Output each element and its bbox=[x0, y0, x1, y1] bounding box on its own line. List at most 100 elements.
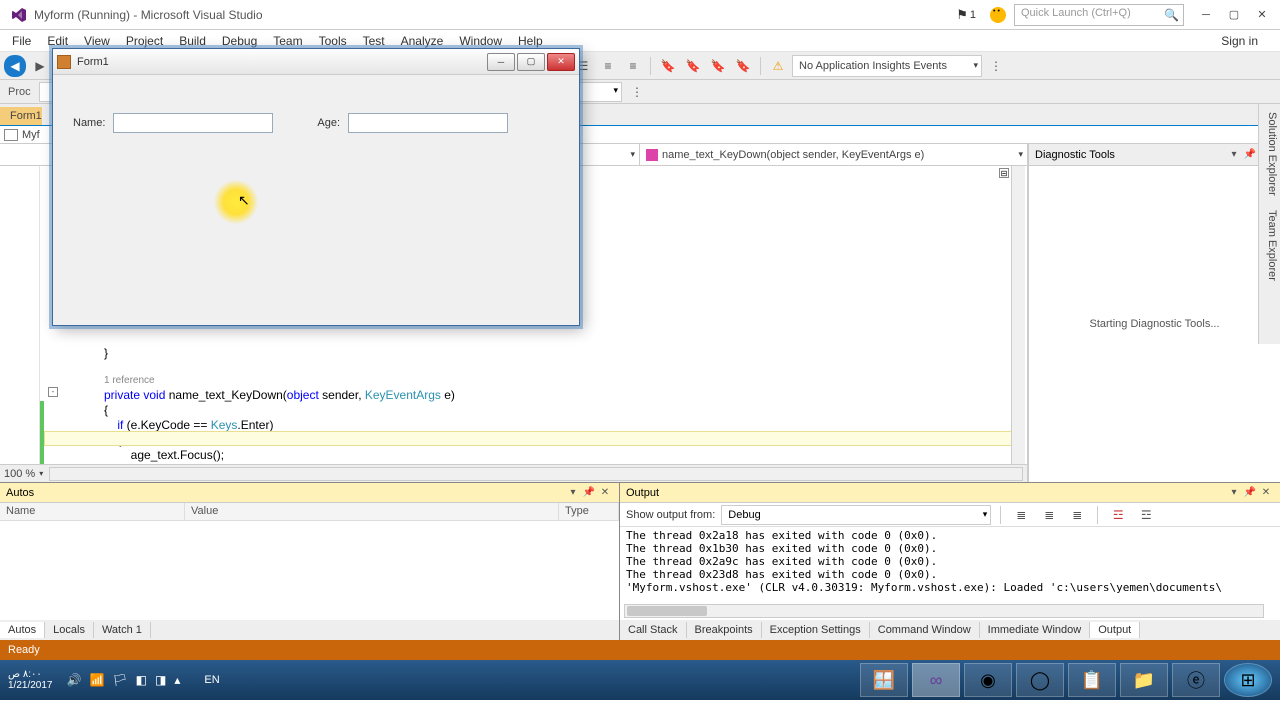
tab-command[interactable]: Command Window bbox=[870, 622, 980, 638]
autos-tabs: Autos Locals Watch 1 bbox=[0, 620, 619, 640]
status-bar: Ready bbox=[0, 640, 1280, 660]
autos-pin-icon[interactable]: 📌 bbox=[581, 487, 597, 498]
menu-debug[interactable]: Debug bbox=[214, 32, 265, 50]
task-app-explorer[interactable]: 📁 bbox=[1120, 663, 1168, 697]
tab-watch1[interactable]: Watch 1 bbox=[94, 622, 151, 638]
process-label: Proc bbox=[4, 86, 35, 98]
nav-back-icon[interactable]: ◀ bbox=[4, 55, 26, 77]
form-maximize-button[interactable]: ▢ bbox=[517, 53, 545, 71]
output-pin-icon[interactable]: 📌 bbox=[1242, 487, 1258, 498]
bookmark-icon[interactable]: 🔖 bbox=[657, 55, 679, 77]
status-text: Ready bbox=[8, 644, 40, 656]
outline-toggle-icon[interactable]: - bbox=[48, 387, 58, 397]
task-app-vs[interactable]: ∞ bbox=[912, 663, 960, 697]
zoom-level[interactable]: 100 % bbox=[4, 468, 35, 480]
task-start-button[interactable]: ⊞ bbox=[1224, 663, 1272, 697]
task-app-media[interactable]: ◉ bbox=[964, 663, 1012, 697]
tab-immediate[interactable]: Immediate Window bbox=[980, 622, 1091, 638]
toolbar2-overflow[interactable]: ⋮ bbox=[626, 81, 648, 103]
diagnostic-tools-panel: Diagnostic Tools ▾ 📌 ✕ Starting Diagnost… bbox=[1028, 144, 1280, 482]
nav-member-dropdown[interactable]: name_text_KeyDown(object sender, KeyEven… bbox=[640, 144, 1027, 165]
autos-body[interactable] bbox=[0, 521, 619, 620]
diag-pin-icon[interactable]: 📌 bbox=[1242, 149, 1258, 160]
autos-close-icon[interactable]: ✕ bbox=[597, 487, 613, 498]
form-minimize-button[interactable]: ─ bbox=[487, 53, 515, 71]
form-close-button[interactable]: ✕ bbox=[547, 53, 575, 71]
age-input[interactable] bbox=[348, 113, 508, 133]
tray-lang[interactable]: EN bbox=[204, 674, 219, 686]
minimize-button[interactable]: ─ bbox=[1192, 4, 1220, 26]
notification-flag-icon[interactable]: ⚑ bbox=[956, 7, 968, 23]
tab-output[interactable]: Output bbox=[1090, 622, 1140, 638]
output-tabs: Call Stack Breakpoints Exception Setting… bbox=[620, 620, 1280, 640]
tray-app2-icon[interactable]: ◨ bbox=[155, 673, 166, 687]
tray-action-icon[interactable]: 🏳 bbox=[112, 673, 127, 687]
output-from-dropdown[interactable]: Debug bbox=[721, 505, 991, 525]
insights-dropdown[interactable]: No Application Insights Events bbox=[792, 55, 982, 77]
tray-volume-icon[interactable]: 🔊 bbox=[67, 673, 82, 687]
tab-autos[interactable]: Autos bbox=[0, 622, 45, 638]
tab-breakpoints[interactable]: Breakpoints bbox=[687, 622, 762, 638]
task-app-form[interactable]: 🪟 bbox=[860, 663, 908, 697]
doc-tab-form1[interactable]: Form1. bbox=[0, 107, 42, 125]
menu-help[interactable]: Help bbox=[510, 32, 551, 50]
menu-window[interactable]: Window bbox=[451, 32, 510, 50]
feedback-icon[interactable] bbox=[990, 7, 1006, 23]
tb-icon-3[interactable]: ≡ bbox=[597, 55, 619, 77]
output-close-icon[interactable]: ✕ bbox=[1258, 487, 1274, 498]
window-title: Myform (Running) - Microsoft Visual Stud… bbox=[34, 8, 263, 22]
tab-locals[interactable]: Locals bbox=[45, 622, 94, 638]
nav-fwd-icon[interactable]: ▶ bbox=[29, 55, 51, 77]
maximize-button[interactable]: ▢ bbox=[1220, 4, 1248, 26]
autos-dropdown-icon[interactable]: ▾ bbox=[565, 487, 581, 498]
split-icon[interactable]: ⊟ bbox=[999, 168, 1009, 178]
menu-view[interactable]: View bbox=[76, 32, 118, 50]
output-clear-icon[interactable]: ≣ bbox=[1010, 504, 1032, 526]
bookmark-next-icon[interactable]: 🔖 bbox=[682, 55, 704, 77]
task-app-chrome[interactable]: ◯ bbox=[1016, 663, 1064, 697]
form-titlebar[interactable]: Form1 ─ ▢ ✕ bbox=[53, 49, 579, 75]
output-wrap-icon[interactable]: ≣ bbox=[1038, 504, 1060, 526]
solution-explorer-tab[interactable]: Solution Explorer bbox=[1261, 112, 1278, 196]
toolbar-overflow-icon[interactable]: ⋮ bbox=[985, 55, 1007, 77]
bookmark-clear-icon[interactable]: 🔖 bbox=[732, 55, 754, 77]
sign-in-link[interactable]: Sign in bbox=[1221, 34, 1258, 48]
editor-vscroll[interactable] bbox=[1011, 166, 1025, 464]
diag-dropdown-icon[interactable]: ▾ bbox=[1226, 149, 1242, 160]
menu-analyze[interactable]: Analyze bbox=[393, 32, 452, 50]
team-explorer-tab[interactable]: Team Explorer bbox=[1261, 210, 1278, 281]
running-form-window[interactable]: Form1 ─ ▢ ✕ Name: Age: bbox=[52, 48, 580, 326]
doc-subtab[interactable]: Myf bbox=[22, 129, 40, 141]
output-tool3-icon[interactable]: ≣ bbox=[1066, 504, 1088, 526]
tray-clock[interactable]: ٨:٠٠ ص1/21/2017 bbox=[8, 669, 53, 691]
bookmark-prev-icon[interactable]: 🔖 bbox=[707, 55, 729, 77]
menu-build[interactable]: Build bbox=[171, 32, 214, 50]
quick-launch-input[interactable]: Quick Launch (Ctrl+Q) 🔍 bbox=[1014, 4, 1184, 26]
tab-callstack[interactable]: Call Stack bbox=[620, 622, 687, 638]
output-hscroll[interactable] bbox=[624, 604, 1264, 618]
autos-panel: Autos ▾ 📌 ✕ Name Value Type Autos Locals… bbox=[0, 483, 620, 640]
editor-hscroll[interactable] bbox=[49, 467, 1023, 481]
csharp-file-icon bbox=[4, 129, 18, 141]
tray-chevron-icon[interactable]: ▴ bbox=[174, 673, 180, 687]
output-tool5-icon[interactable]: ☲ bbox=[1135, 504, 1157, 526]
menu-team[interactable]: Team bbox=[265, 32, 310, 50]
task-app-office[interactable]: 📋 bbox=[1068, 663, 1116, 697]
tab-exceptions[interactable]: Exception Settings bbox=[762, 622, 870, 638]
tray-network-icon[interactable]: 📶 bbox=[89, 673, 104, 687]
tb-icon-4[interactable]: ≡ bbox=[622, 55, 644, 77]
menu-test[interactable]: Test bbox=[355, 32, 393, 50]
menu-edit[interactable]: Edit bbox=[39, 32, 76, 50]
output-dropdown-icon[interactable]: ▾ bbox=[1226, 487, 1242, 498]
menu-tools[interactable]: Tools bbox=[311, 32, 355, 50]
output-body[interactable]: The thread 0x2a18 has exited with code 0… bbox=[620, 527, 1280, 604]
menu-file[interactable]: File bbox=[4, 32, 39, 50]
insights-icon: ⚠ bbox=[767, 55, 789, 77]
menu-project[interactable]: Project bbox=[118, 32, 171, 50]
tray-app1-icon[interactable]: ◧ bbox=[136, 673, 147, 687]
task-app-ie[interactable]: ⓔ bbox=[1172, 663, 1220, 697]
output-tool4-icon[interactable]: ☲ bbox=[1107, 504, 1129, 526]
search-icon: 🔍 bbox=[1164, 8, 1179, 22]
close-button[interactable]: ✕ bbox=[1248, 4, 1276, 26]
name-input[interactable] bbox=[113, 113, 273, 133]
